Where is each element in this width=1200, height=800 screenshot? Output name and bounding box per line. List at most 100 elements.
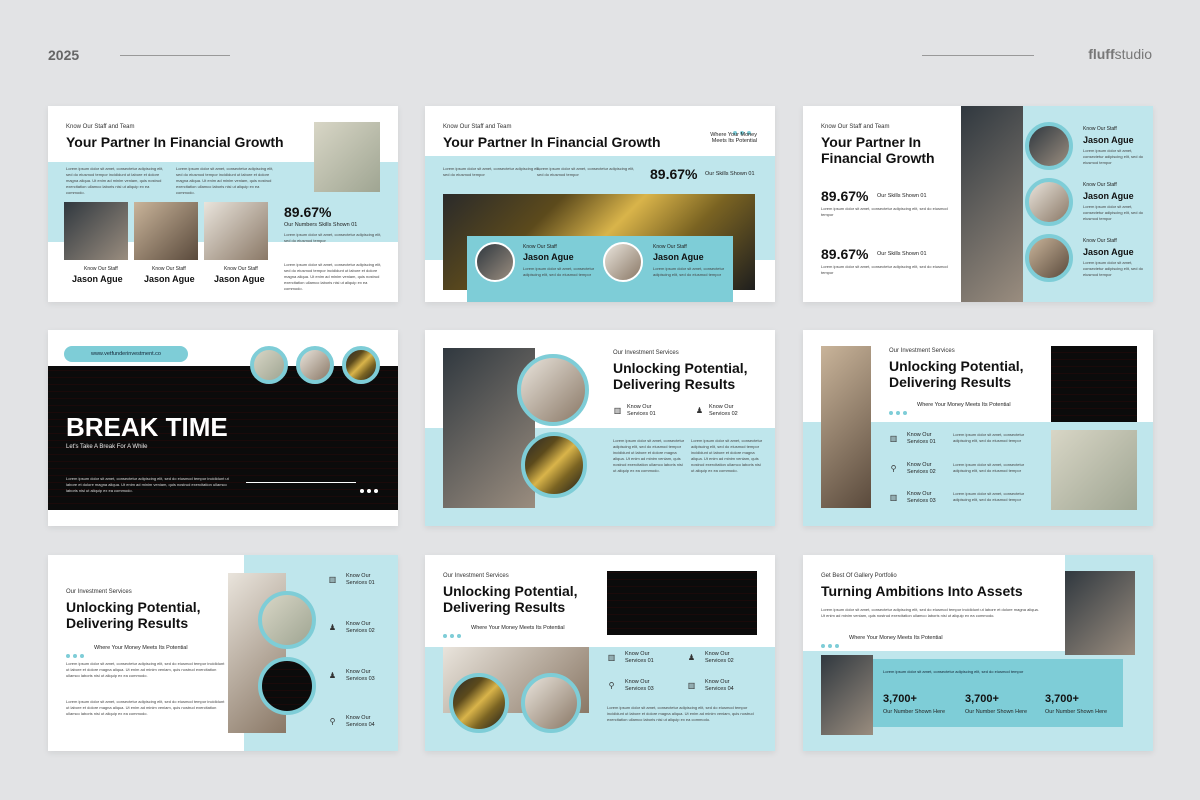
people-icon: ♟ <box>695 406 704 415</box>
body-text: Lorem ipsum dolor sit amet, consectetur … <box>821 607 1039 618</box>
body-text: Lorem ipsum dolor sit amet, consectetur … <box>66 166 164 195</box>
percent-stat: 89.67% <box>284 204 332 220</box>
slide-title: Unlocking Potential, Delivering Results <box>613 360 748 393</box>
people-icon: ♟ <box>328 623 337 632</box>
staff-text-2: Lorem ipsum dolor sit amet, consectetur … <box>1083 204 1144 221</box>
staff-avatar-1 <box>475 242 515 282</box>
staff-name-1: Jason Ague <box>1083 135 1134 145</box>
percent-stat: 89.67% <box>650 166 698 182</box>
staff-avatar-3 <box>1025 234 1073 282</box>
bar-chart-icon: ▥ <box>889 434 898 443</box>
break-title: BREAK TIME <box>66 412 228 442</box>
slide-9-portfolio[interactable]: Get Best Of Gallery Portfolio Turning Am… <box>803 555 1153 751</box>
bitcoin-photo <box>1051 430 1137 510</box>
slide-8-unlocking[interactable]: Our Investment Services Unlocking Potent… <box>425 555 775 751</box>
trader-photo <box>961 106 1023 302</box>
url-pill[interactable]: www.vetfunderinvestment.co <box>64 346 188 362</box>
slide-5-unlocking[interactable]: Our Investment Services Unlocking Potent… <box>425 330 775 526</box>
staff-avatar-2 <box>603 242 643 282</box>
service-03[interactable]: Know Our Services 03 <box>346 669 375 683</box>
slide-title: Your Partner In Financial Growth <box>821 134 935 167</box>
staff-kicker-2: Know Our Staff <box>152 266 186 272</box>
staff-photo-3 <box>204 202 268 260</box>
stat-2: 3,700+ <box>965 693 999 705</box>
service-01[interactable]: Know Our Services 01 <box>625 651 654 665</box>
service-04[interactable]: Know Our Services 04 <box>346 715 375 729</box>
bar-chart-icon: ▥ <box>613 406 622 415</box>
service-02[interactable]: Know Our Services 02 <box>709 404 738 418</box>
service-03[interactable]: Know Our Services 03 <box>625 679 654 693</box>
search-icon: ⚲ <box>329 717 336 726</box>
staff-kicker-2: Know Our Staff <box>653 244 687 250</box>
body-text-1: Lorem ipsum dolor sit amet, consectetur … <box>66 661 225 678</box>
service-text-1: Lorem ipsum dolor sit amet, consectetur … <box>953 432 1025 443</box>
circle-photo-2 <box>521 673 581 733</box>
header-rule-left <box>120 55 230 56</box>
staff-kicker-1: Know Our Staff <box>1083 126 1117 132</box>
staff-name-2: Jason Ague <box>1083 191 1134 201</box>
stat-text-1: Lorem ipsum dolor sit amet, consectetur … <box>821 206 948 217</box>
staff-name-3: Jason Ague <box>214 274 265 284</box>
service-text-3: Lorem ipsum dolor sit amet, consectetur … <box>953 491 1025 502</box>
staff-avatar-1 <box>1025 122 1073 170</box>
call-photo <box>821 655 873 735</box>
slide-6-unlocking[interactable]: Our Investment Services Unlocking Potent… <box>803 330 1153 526</box>
slide-7-unlocking[interactable]: Our Investment Services Unlocking Potent… <box>48 555 398 751</box>
staff-kicker-3: Know Our Staff <box>224 266 258 272</box>
break-subtitle: Let's Take A Break For A While <box>66 444 148 450</box>
service-04[interactable]: Know Our Services 04 <box>705 679 734 693</box>
stat-1: 3,700+ <box>883 693 917 705</box>
staff-text-3: Lorem ipsum dolor sit amet, consectetur … <box>1083 260 1144 277</box>
slide-title: Your Partner In Financial Growth <box>443 134 661 150</box>
service-01[interactable]: Know Our Services 01 <box>346 573 375 587</box>
body-text-2: Lorem ipsum dolor sit amet, consectetur … <box>537 166 635 177</box>
body-text-1: Lorem ipsum dolor sit amet, consectetur … <box>613 438 685 473</box>
staff-photo-1 <box>64 202 128 260</box>
staff-text-1: Lorem ipsum dolor sit amet, consectetur … <box>523 266 595 277</box>
body-text: Lorem ipsum dolor sit amet, consectetur … <box>607 705 754 722</box>
slide-kicker: Know Our Staff and Team <box>66 124 135 130</box>
slide-3-partner-growth[interactable]: Know Our Staff and Team Your Partner In F… <box>803 106 1153 302</box>
staff-text-2: Lorem ipsum dolor sit amet, consectetur … <box>653 266 725 277</box>
circle-photo-2 <box>296 346 334 384</box>
staff-photo-2 <box>134 202 198 260</box>
service-02[interactable]: Know Our Services 02 <box>346 621 375 635</box>
tagline: Where Your Money Meets Its Potential <box>94 645 188 651</box>
circle-photo-3 <box>342 346 380 384</box>
stat-label-3: Our Number Shown Here <box>1045 709 1108 715</box>
dots-icon <box>821 635 842 653</box>
circle-photo-2 <box>258 657 316 715</box>
tagline: Where Your Money Meets Its Potential <box>710 132 757 144</box>
slide-2-partner-growth[interactable]: Know Our Staff and Team Your Partner In … <box>425 106 775 302</box>
service-02[interactable]: Know Our Services 02 <box>907 462 936 476</box>
slide-title: Your Partner In Financial Growth <box>66 134 284 150</box>
body-text-2: Lorem ipsum dolor sit amet, consectetur … <box>66 699 225 716</box>
service-01[interactable]: Know Our Services 01 <box>627 404 656 418</box>
women-photo <box>821 346 871 508</box>
people-icon-2: ♟ <box>328 671 337 680</box>
staff-name-1: Jason Ague <box>72 274 123 284</box>
staff-name-3: Jason Ague <box>1083 247 1134 257</box>
staff-kicker-3: Know Our Staff <box>1083 238 1117 244</box>
slide-kicker: Know Our Staff and Team <box>443 124 512 130</box>
service-02[interactable]: Know Our Services 02 <box>705 651 734 665</box>
break-text: Lorem ipsum dolor sit amet, consectetur … <box>66 476 229 493</box>
bar-chart-icon: ▥ <box>889 493 898 502</box>
service-01[interactable]: Know Our Services 01 <box>907 432 936 446</box>
slide-4-break-time[interactable]: www.vetfunderinvestment.co BREAK TIME Le… <box>48 330 398 526</box>
slide-title: Turning Ambitions Into Assets <box>821 583 1023 599</box>
people-icon: ♟ <box>687 653 696 662</box>
page-header: 2025 fluffstudio <box>0 0 1200 110</box>
stat-text-2: Lorem ipsum dolor sit amet, consectetur … <box>821 264 948 275</box>
stat-label-2: Our Number Shown Here <box>965 709 1028 715</box>
slide-title: Unlocking Potential, Delivering Results <box>443 583 578 616</box>
body-text: Lorem ipsum dolor sit amet, consectetur … <box>443 166 541 177</box>
slide-1-partner-growth[interactable]: Know Our Staff and Team Your Partner In … <box>48 106 398 302</box>
staff-text-1: Lorem ipsum dolor sit amet, consectetur … <box>1083 148 1144 165</box>
chart-screen-photo <box>1051 346 1137 422</box>
percent-stat-1: 89.67% <box>821 188 869 204</box>
staff-name-2: Jason Ague <box>144 274 195 284</box>
circle-photo-1 <box>250 346 288 384</box>
service-text-2: Lorem ipsum dolor sit amet, consectetur … <box>953 462 1025 473</box>
service-03[interactable]: Know Our Services 03 <box>907 491 936 505</box>
